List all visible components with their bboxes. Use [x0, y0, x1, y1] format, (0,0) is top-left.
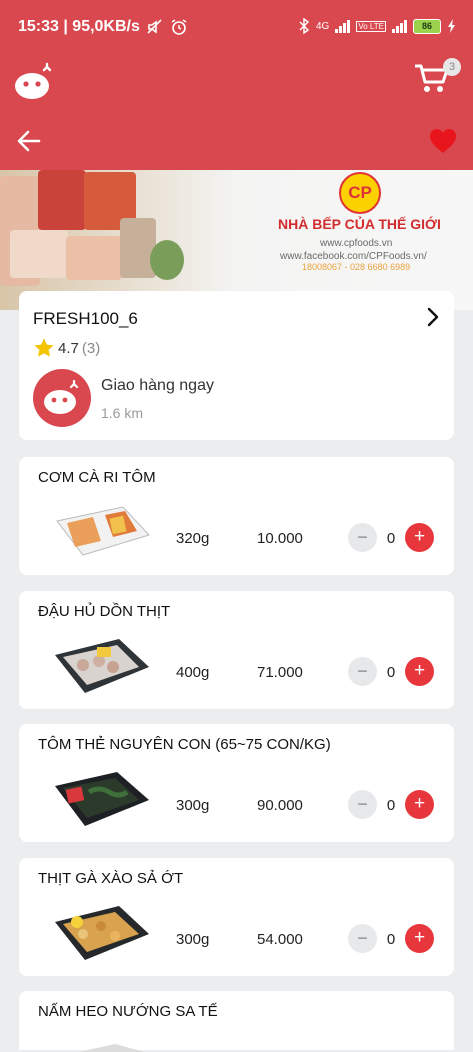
product-name: CƠM CÀ RI TÔM: [38, 469, 156, 486]
product-price: 90.000: [257, 797, 303, 814]
product-image[interactable]: [53, 904, 151, 962]
app-logo-icon[interactable]: [14, 62, 54, 102]
product-weight: 320g: [176, 530, 210, 547]
product-price: 10.000: [257, 530, 303, 547]
product-card: TÔM THẺ NGUYÊN CON (65~75 CON/KG) 300g 9…: [19, 724, 454, 842]
quantity-value: 0: [386, 931, 396, 948]
cp-logo: CP: [339, 172, 381, 214]
rating-value: 4.7: [58, 339, 79, 357]
favorite-heart-icon[interactable]: [429, 128, 457, 154]
product-weight: 400g: [176, 664, 210, 681]
banner-facebook: www.facebook.com/CPFoods.vn/: [280, 251, 427, 262]
app-header: 15:33 | 95,0KB/s 4G Vo LTE 86 3: [0, 0, 473, 170]
chevron-right-icon[interactable]: [426, 307, 440, 327]
decrease-qty-button[interactable]: −: [348, 523, 377, 552]
delivery-label: Giao hàng ngay: [101, 377, 214, 394]
product-image[interactable]: [75, 1042, 173, 1052]
quantity-value: 0: [386, 797, 396, 814]
product-image[interactable]: [53, 503, 151, 561]
store-name: FRESH100_6: [33, 309, 138, 328]
product-name: NẤM HEO NƯỚNG SA TẾ: [38, 1003, 218, 1020]
decrease-qty-button[interactable]: −: [348, 657, 377, 686]
product-image[interactable]: [53, 770, 151, 828]
back-arrow-icon[interactable]: [16, 128, 42, 154]
product-price: 71.000: [257, 664, 303, 681]
banner-phone: 18008067 - 028 6680 6989: [302, 262, 411, 272]
store-card[interactable]: FRESH100_6 4.7 (3) Giao hàng ngay 1.6 km: [19, 291, 454, 440]
increase-qty-button[interactable]: +: [405, 657, 434, 686]
quantity-value: 0: [386, 664, 396, 681]
increase-qty-button[interactable]: +: [405, 523, 434, 552]
cart-button[interactable]: 3: [413, 58, 461, 100]
battery-icon: 86: [413, 18, 441, 34]
status-time-speed: 15:33 | 95,0KB/s: [18, 18, 140, 35]
product-weight: 300g: [176, 797, 210, 814]
charging-icon: [448, 19, 455, 33]
signal-icon: [335, 19, 351, 33]
signal-icon-2: [392, 19, 407, 33]
product-image[interactable]: [53, 637, 151, 695]
product-name: TÔM THẺ NGUYÊN CON (65~75 CON/KG): [38, 736, 331, 753]
alarm-icon: [171, 19, 187, 35]
volte-label: Vo LTE: [356, 20, 386, 32]
mute-icon: [147, 19, 162, 34]
decrease-qty-button[interactable]: −: [348, 924, 377, 953]
product-name: THỊT GÀ XÀO SẢ ỚT: [38, 870, 184, 887]
product-card: CƠM CÀ RI TÔM 320g 10.000 − 0 +: [19, 457, 454, 575]
bluetooth-icon: [299, 18, 310, 34]
product-weight: 300g: [176, 931, 210, 948]
product-price: 54.000: [257, 931, 303, 948]
distance-label: 1.6 km: [101, 405, 144, 421]
increase-qty-button[interactable]: +: [405, 790, 434, 819]
product-name: ĐẬU HỦ DỒN THỊT: [38, 603, 171, 620]
increase-qty-button[interactable]: +: [405, 924, 434, 953]
decrease-qty-button[interactable]: −: [348, 790, 377, 819]
store-rating: 4.7 (3): [33, 337, 100, 359]
cart-count-badge: 3: [443, 58, 461, 76]
star-icon: [34, 338, 54, 357]
product-card: THỊT GÀ XÀO SẢ ỚT 300g 54.000 − 0 +: [19, 858, 454, 976]
promo-banner[interactable]: [0, 170, 473, 310]
product-card: NẤM HEO NƯỚNG SA TẾ: [19, 991, 454, 1052]
status-bar: 15:33 | 95,0KB/s 4G Vo LTE 86: [0, 0, 473, 56]
banner-website: www.cpfoods.vn: [320, 238, 393, 249]
network-label: 4G: [316, 20, 330, 32]
product-card: ĐẬU HỦ DỒN THỊT 400g 71.000 − 0 +: [19, 591, 454, 709]
banner-title: NHÀ BẾP CỦA THẾ GIỚI: [278, 216, 441, 232]
rating-count: (3): [81, 339, 101, 357]
store-logo-icon: [44, 379, 79, 414]
store-avatar: [33, 369, 91, 427]
quantity-value: 0: [386, 530, 396, 547]
